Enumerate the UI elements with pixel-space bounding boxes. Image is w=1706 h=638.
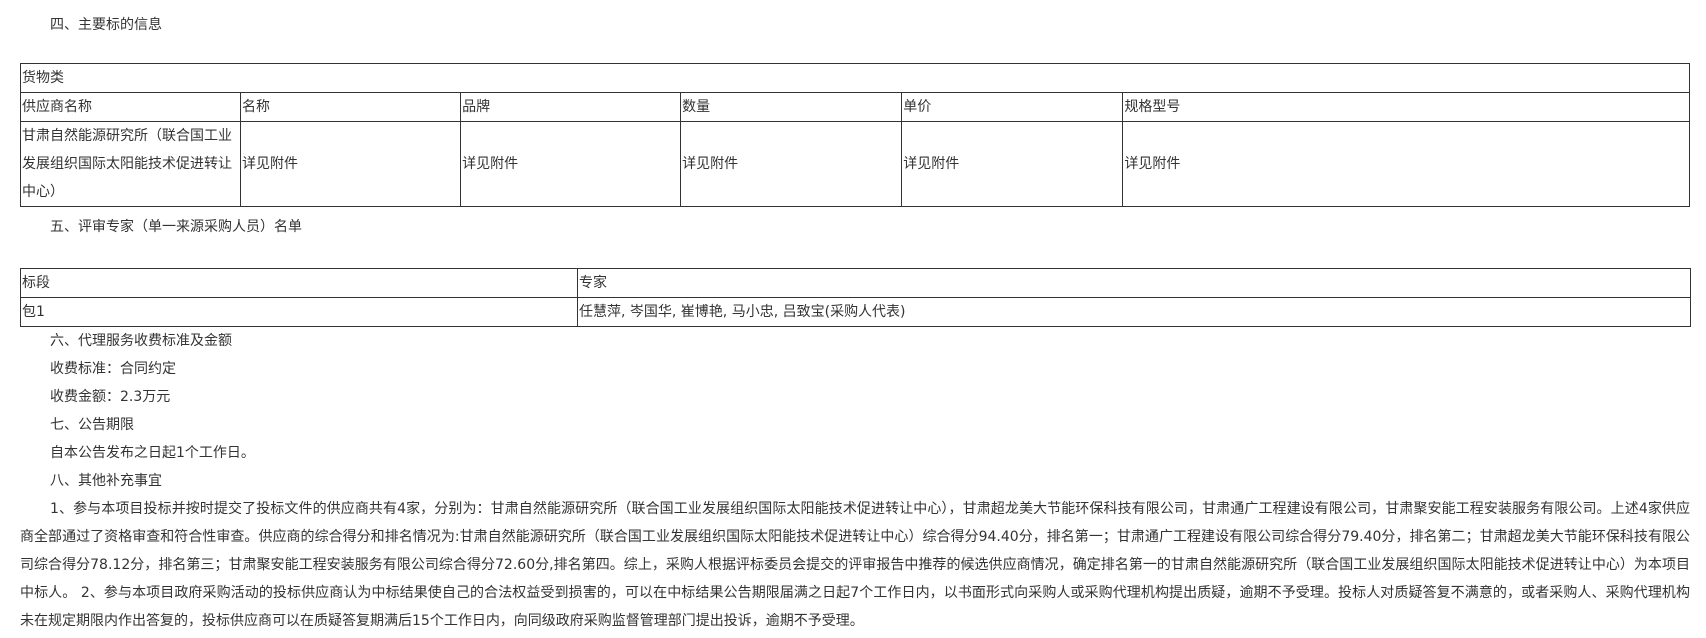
- cell-quantity: 详见附件: [680, 121, 903, 207]
- cell-supplier: 甘肃自然能源研究所（联合国工业发展组织国际太阳能技术促进转让中心）: [19, 121, 242, 207]
- header-brand: 品牌: [460, 92, 682, 122]
- goods-info-table: 货物类 供应商名称 名称 品牌 数量 单价 规格型号 甘肃自然能源研究所（联合国…: [19, 63, 1690, 207]
- header-supplier: 供应商名称: [19, 92, 242, 122]
- header-lot: 标段: [20, 268, 578, 298]
- section-7-title: 七、公告期限: [50, 417, 134, 433]
- header-spec: 规格型号: [1122, 92, 1690, 122]
- experts-table: 标段 专家 包1 任慧萍, 岑国华, 崔博艳, 马小忠, 吕致宝(采购人代表): [20, 268, 1691, 327]
- cell-experts: 任慧萍, 岑国华, 崔博艳, 马小忠, 吕致宝(采购人代表): [577, 297, 1691, 327]
- section-4-title: 四、主要标的信息: [50, 17, 162, 33]
- supplementary-text: 1、参与本项目投标并按时提交了投标文件的供应商共有4家，分别为：甘肃自然能源研究…: [20, 501, 1690, 629]
- fee-amount: 收费金额：2.3万元: [50, 389, 171, 405]
- header-quantity: 数量: [680, 92, 903, 122]
- cell-name: 详见附件: [240, 121, 462, 207]
- header-unit-price: 单价: [901, 92, 1124, 122]
- section-5-title: 五、评审专家（单一来源采购人员）名单: [50, 219, 302, 235]
- table-category-cell: 货物类: [20, 63, 1690, 93]
- cell-lot: 包1: [20, 297, 578, 327]
- table-row: 包1 任慧萍, 岑国华, 崔博艳, 马小忠, 吕致宝(采购人代表): [20, 297, 1691, 327]
- header-name: 名称: [240, 92, 462, 122]
- section-6-title: 六、代理服务收费标准及金额: [50, 333, 232, 349]
- cell-brand: 详见附件: [460, 121, 682, 207]
- cell-spec: 详见附件: [1122, 121, 1690, 207]
- table-category-row: 货物类: [20, 63, 1690, 93]
- notice-period-text: 自本公告发布之日起1个工作日。: [50, 445, 255, 461]
- cell-unit-price: 详见附件: [901, 121, 1124, 207]
- table-header-row: 标段 专家: [20, 268, 1691, 298]
- table-row: 甘肃自然能源研究所（联合国工业发展组织国际太阳能技术促进转让中心） 详见附件 详…: [19, 121, 1690, 207]
- fee-standard: 收费标准：合同约定: [50, 361, 176, 377]
- section-8-title: 八、其他补充事宜: [50, 473, 162, 489]
- table-header-row: 供应商名称 名称 品牌 数量 单价 规格型号: [19, 92, 1690, 122]
- header-experts: 专家: [577, 268, 1691, 298]
